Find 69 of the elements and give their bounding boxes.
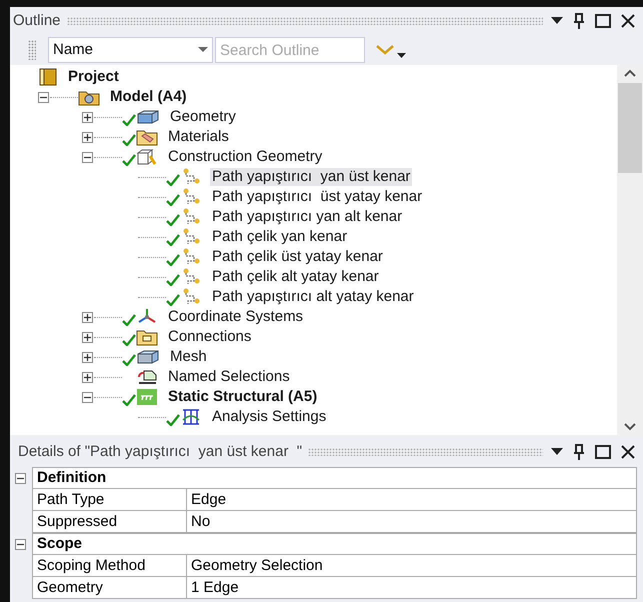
- property-value[interactable]: Geometry Selection: [187, 555, 637, 577]
- tree-item[interactable]: Analysis Settings: [210, 408, 328, 426]
- scrollbar[interactable]: [617, 65, 643, 435]
- tree-item[interactable]: Path çelik yan kenar: [210, 228, 350, 246]
- caret-icon: [198, 47, 208, 53]
- expand-toggle[interactable]: [82, 312, 93, 322]
- property-value[interactable]: 1 Edge: [187, 577, 637, 599]
- box-wrench-icon: [136, 148, 158, 166]
- property-name: Suppressed: [32, 511, 187, 533]
- tree-item[interactable]: Coordinate Systems: [166, 308, 306, 326]
- collapse-toggle[interactable]: [82, 152, 93, 162]
- tree-item[interactable]: Project: [66, 68, 121, 86]
- selection-icon: [136, 368, 158, 386]
- analysis-icon: [136, 388, 158, 406]
- close-icon[interactable]: [621, 445, 635, 459]
- expand-toggle[interactable]: [82, 112, 93, 122]
- cube-icon: [136, 109, 160, 125]
- property-value[interactable]: Edge: [187, 489, 637, 511]
- expand-toggle[interactable]: [82, 352, 93, 362]
- property-name: Geometry: [32, 577, 187, 599]
- expand-toggle[interactable]: [82, 372, 93, 382]
- cube-icon: [136, 349, 160, 365]
- pin-icon[interactable]: [573, 13, 585, 29]
- sort-dropdown[interactable]: Name: [48, 37, 213, 63]
- group-header: Definition: [32, 467, 637, 489]
- expand-toggle[interactable]: [82, 332, 93, 342]
- book-icon: [38, 68, 58, 86]
- collapse-toggle[interactable]: [15, 472, 26, 484]
- frame-icon: [180, 408, 202, 426]
- property-value[interactable]: No: [187, 511, 637, 533]
- collapse-toggle[interactable]: [15, 538, 26, 550]
- tree-item[interactable]: Static Structural (A5): [166, 388, 320, 406]
- tree-item[interactable]: Materials: [166, 128, 231, 146]
- tree-item[interactable]: Connections: [166, 328, 254, 346]
- panel-title: Outline: [13, 10, 61, 31]
- tree-item[interactable]: Geometry: [168, 108, 238, 126]
- tree-item[interactable]: Path çelik alt yatay kenar: [210, 268, 381, 286]
- dropdown-icon[interactable]: [551, 448, 563, 456]
- tree-item[interactable]: Path yapıştırıcı üst yatay kenar: [210, 188, 424, 206]
- property-name: Scoping Method: [32, 555, 187, 577]
- scroll-down-icon[interactable]: [624, 423, 636, 431]
- tree-item[interactable]: Path yapıştırıcı yan üst kenar: [210, 168, 412, 186]
- scrollbar-thumb[interactable]: [618, 83, 642, 173]
- tree-item[interactable]: Model (A4): [108, 88, 189, 106]
- pin-icon[interactable]: [573, 444, 585, 460]
- tree-item[interactable]: Named Selections: [166, 368, 292, 386]
- expand-toggle[interactable]: [82, 132, 93, 142]
- tree-item[interactable]: Construction Geometry: [166, 148, 324, 166]
- folder-icon: [136, 328, 158, 346]
- collapse-toggle[interactable]: [38, 92, 49, 102]
- property-name: Path Type: [32, 489, 187, 511]
- drag-grip[interactable]: [308, 448, 543, 456]
- maximize-icon[interactable]: [595, 14, 611, 28]
- toolbar-grip[interactable]: [28, 40, 36, 60]
- close-icon[interactable]: [621, 14, 635, 28]
- tree-item[interactable]: Path yapıştırıcı yan alt kenar: [210, 208, 404, 226]
- tree-item[interactable]: Mesh: [168, 348, 209, 366]
- dropdown-icon[interactable]: [397, 52, 406, 58]
- tree-item[interactable]: Path çelik üst yatay kenar: [210, 248, 385, 266]
- search-field[interactable]: Search Outline: [215, 37, 365, 63]
- dropdown-icon[interactable]: [551, 17, 563, 25]
- tree-item[interactable]: Path yapıştırıcı alt yatay kenar: [210, 288, 416, 306]
- panel-title: Details of "Path yapıştırıcı yan üst kenar ": [18, 442, 302, 462]
- group-header: Scope: [32, 533, 637, 555]
- scroll-up-icon[interactable]: [624, 69, 636, 77]
- drag-grip[interactable]: [66, 17, 543, 25]
- collapse-toggle[interactable]: [82, 392, 93, 402]
- maximize-icon[interactable]: [595, 445, 611, 459]
- folder-icon: [136, 128, 158, 146]
